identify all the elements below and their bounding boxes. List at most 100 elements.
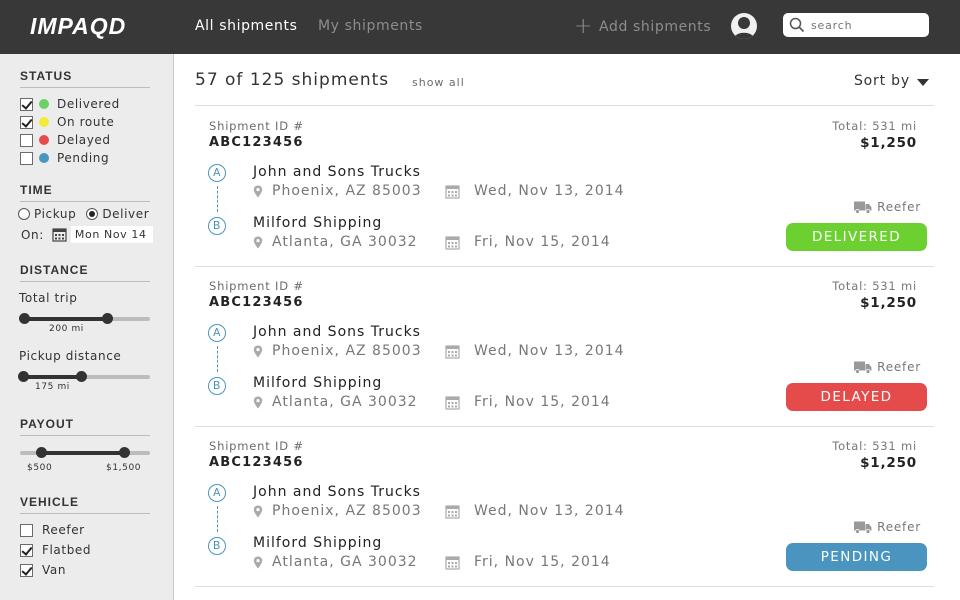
- drop-marker: B: [208, 217, 226, 235]
- total-trip-label: Total trip: [19, 291, 78, 305]
- avatar[interactable]: [731, 13, 757, 39]
- drop-company: Milford Shipping: [253, 375, 383, 391]
- pickup-company: John and Sons Trucks: [253, 484, 421, 500]
- add-shipments-label: Add shipments: [599, 19, 712, 35]
- search-input[interactable]: [811, 16, 921, 34]
- checkbox[interactable]: [20, 523, 33, 537]
- checkbox[interactable]: [20, 115, 33, 129]
- map-pin-icon: [253, 556, 263, 568]
- checkbox[interactable]: [20, 97, 33, 111]
- vehicle-filter-van[interactable]: Van: [20, 562, 66, 578]
- pickup-date-text: Wed, Nov 13, 2014: [474, 503, 625, 519]
- pickup-date-text: Wed, Nov 13, 2014: [474, 183, 625, 199]
- shipment-id: ABC123456: [209, 295, 304, 310]
- show-all-link[interactable]: show all: [412, 76, 465, 89]
- drop-location: Atlanta, GA 30032: [253, 234, 418, 250]
- drop-date: Fri, Nov 15, 2014: [445, 234, 611, 250]
- checkbox[interactable]: [20, 563, 33, 577]
- shipment-id: ABC123456: [209, 135, 304, 150]
- equipment-type: Reefer: [854, 200, 921, 214]
- route-line: [217, 506, 218, 532]
- search-box[interactable]: [783, 13, 929, 37]
- pickup-location: Phoenix, AZ 85003: [253, 503, 422, 519]
- add-shipments-button[interactable]: + Add shipments: [574, 16, 711, 38]
- date-row: On: Mon Nov 14: [21, 226, 153, 243]
- shipment-id: ABC123456: [209, 455, 304, 470]
- status-dot-on-route: [39, 117, 49, 127]
- drop-date-text: Fri, Nov 15, 2014: [474, 234, 611, 250]
- shipment-card[interactable]: Shipment ID # ABC123456 A B John and Son…: [195, 426, 934, 586]
- status-filter-on-route[interactable]: On route: [20, 114, 114, 130]
- drop-location-text: Atlanta, GA 30032: [272, 234, 418, 250]
- pickup-radio-label: Pickup: [34, 207, 77, 221]
- calendar-icon: [445, 344, 460, 359]
- time-radio-group: Pickup Deliver: [18, 207, 149, 221]
- distance-heading: DISTANCE: [20, 263, 150, 282]
- checkbox[interactable]: [20, 543, 33, 557]
- pickup-date-text: Wed, Nov 13, 2014: [474, 343, 625, 359]
- route-line: [217, 186, 218, 212]
- chevron-down-icon: [916, 78, 929, 86]
- equipment-label: Reefer: [877, 360, 921, 374]
- vehicle-label: Van: [42, 563, 67, 577]
- status-filter-delivered[interactable]: Delivered: [20, 96, 120, 112]
- deliver-radio[interactable]: [86, 208, 99, 220]
- status-label: Pending: [57, 151, 110, 165]
- vehicle-filter-flatbed[interactable]: Flatbed: [20, 542, 91, 558]
- shipment-card[interactable]: Shipment ID # ABC123456 A B John and Son…: [195, 106, 934, 266]
- status-label: Delayed: [57, 133, 111, 147]
- pickup-distance-min-handle[interactable]: [18, 371, 29, 382]
- drop-date-text: Fri, Nov 15, 2014: [474, 554, 611, 570]
- calendar-icon[interactable]: [52, 227, 67, 242]
- deliver-radio-label: Deliver: [102, 207, 150, 221]
- pickup-location: Phoenix, AZ 85003: [253, 183, 422, 199]
- shipment-id-label: Shipment ID #: [209, 279, 304, 293]
- map-pin-icon: [253, 236, 263, 248]
- total-distance: Total: 531 mi: [832, 439, 917, 453]
- map-pin-icon: [253, 185, 263, 197]
- price: $1,250: [860, 295, 917, 311]
- drop-date: Fri, Nov 15, 2014: [445, 554, 611, 570]
- tab-all-shipments[interactable]: All shipments: [195, 18, 297, 34]
- payout-max-handle[interactable]: [119, 447, 130, 458]
- payout-min-handle[interactable]: [36, 447, 47, 458]
- total-distance: Total: 531 mi: [832, 279, 917, 293]
- pickup-company: John and Sons Trucks: [253, 164, 421, 180]
- equipment-label: Reefer: [877, 520, 921, 534]
- drop-company: Milford Shipping: [253, 535, 383, 551]
- equipment-type: Reefer: [854, 520, 921, 534]
- total-trip-max-handle[interactable]: [102, 313, 113, 324]
- pickup-location-text: Phoenix, AZ 85003: [272, 183, 422, 199]
- equipment-type: Reefer: [854, 360, 921, 374]
- shipment-id-label: Shipment ID #: [209, 439, 304, 453]
- shipment-card[interactable]: Shipment ID # ABC123456 A B John and Son…: [195, 266, 934, 426]
- drop-company: Milford Shipping: [253, 215, 383, 231]
- total-trip-min-handle[interactable]: [19, 313, 30, 324]
- status-filter-pending[interactable]: Pending: [20, 150, 109, 166]
- checkbox[interactable]: [20, 151, 33, 165]
- pickup-date: Wed, Nov 13, 2014: [445, 183, 625, 199]
- truck-icon: [854, 361, 872, 374]
- payout-heading: PAYOUT: [20, 417, 150, 436]
- pickup-distance-range: [23, 375, 81, 379]
- pickup-distance-max-handle[interactable]: [76, 371, 87, 382]
- status-filter-delayed[interactable]: Delayed: [20, 132, 111, 148]
- vehicle-heading: VEHICLE: [20, 495, 150, 514]
- sort-by-dropdown[interactable]: Sort by: [854, 73, 929, 89]
- time-heading: TIME: [20, 183, 150, 202]
- logo[interactable]: IMPAQD: [30, 13, 126, 40]
- payout-min-value: $500: [27, 463, 53, 473]
- drop-marker: B: [208, 377, 226, 395]
- vehicle-filter-reefer[interactable]: Reefer: [20, 522, 85, 538]
- date-field[interactable]: Mon Nov 14: [70, 226, 153, 243]
- total-distance: Total: 531 mi: [832, 119, 917, 133]
- pickup-radio[interactable]: [18, 208, 30, 220]
- drop-location-text: Atlanta, GA 30032: [272, 554, 418, 570]
- drop-date-text: Fri, Nov 15, 2014: [474, 394, 611, 410]
- status-label: On route: [57, 115, 115, 129]
- checkbox[interactable]: [20, 133, 33, 147]
- top-bar: IMPAQD All shipments My shipments + Add …: [0, 0, 960, 54]
- divider: [195, 586, 934, 587]
- tab-my-shipments[interactable]: My shipments: [318, 18, 423, 34]
- calendar-icon: [445, 555, 460, 570]
